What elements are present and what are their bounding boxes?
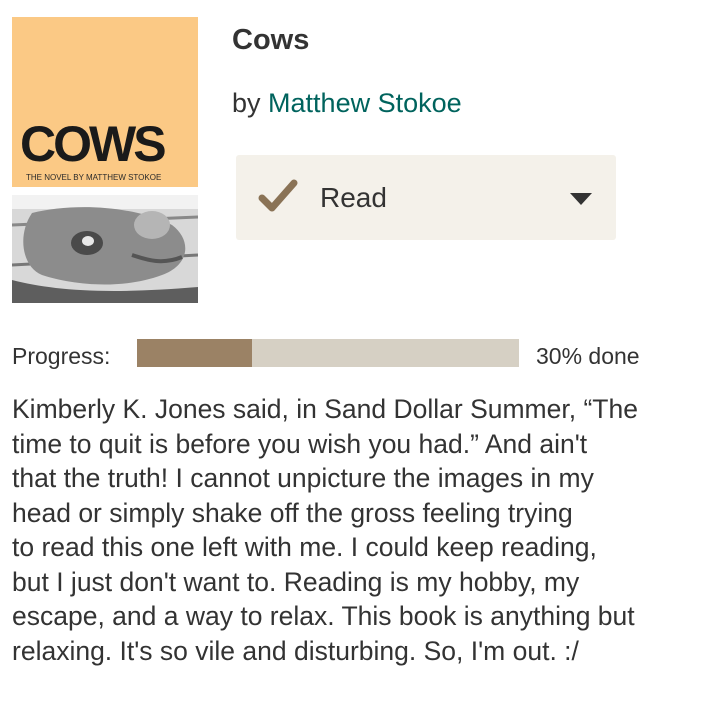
cover-photo [12, 195, 198, 303]
review-line: relaxing. It's so vile and disturbing. S… [12, 635, 579, 666]
check-icon [258, 179, 298, 212]
review-line: to read this one left with me. I could k… [12, 532, 597, 562]
book-title[interactable]: Cows [232, 24, 309, 57]
progress-label: Progress: [12, 343, 111, 369]
author-link[interactable]: Matthew Stokoe [268, 88, 462, 118]
shelf-status-dropdown[interactable]: Read [236, 155, 616, 240]
review-line: Kimberly K. Jones said, in Sand Dollar S… [12, 394, 638, 424]
review-line: that the truth! I cannot unpicture the i… [12, 463, 594, 493]
shelf-status-label: Read [320, 182, 387, 213]
review-text: Kimberly K. Jones said, in Sand Dollar S… [12, 392, 712, 668]
review-line: time to quit is before you wish you had.… [12, 428, 588, 459]
review-line: but I just don't want to. Reading is my … [12, 566, 580, 597]
review-line: escape, and a way to relax. This book is… [12, 601, 635, 631]
byline: by Matthew Stokoe [232, 88, 462, 119]
cover-subtitle: THE NOVEL BY MATTHEW STOKOE [26, 173, 162, 182]
caret-down-icon [570, 193, 592, 205]
book-cover[interactable]: COWS THE NOVEL BY MATTHEW STOKOE [12, 17, 198, 303]
progress-bar [137, 339, 519, 367]
progress-bar-fill [137, 339, 252, 367]
cover-title: COWS [20, 116, 167, 172]
by-label: by [232, 88, 261, 118]
progress-percent-text: 30% done [536, 343, 640, 369]
review-line: head or simply shake off the gross feeli… [12, 497, 573, 528]
